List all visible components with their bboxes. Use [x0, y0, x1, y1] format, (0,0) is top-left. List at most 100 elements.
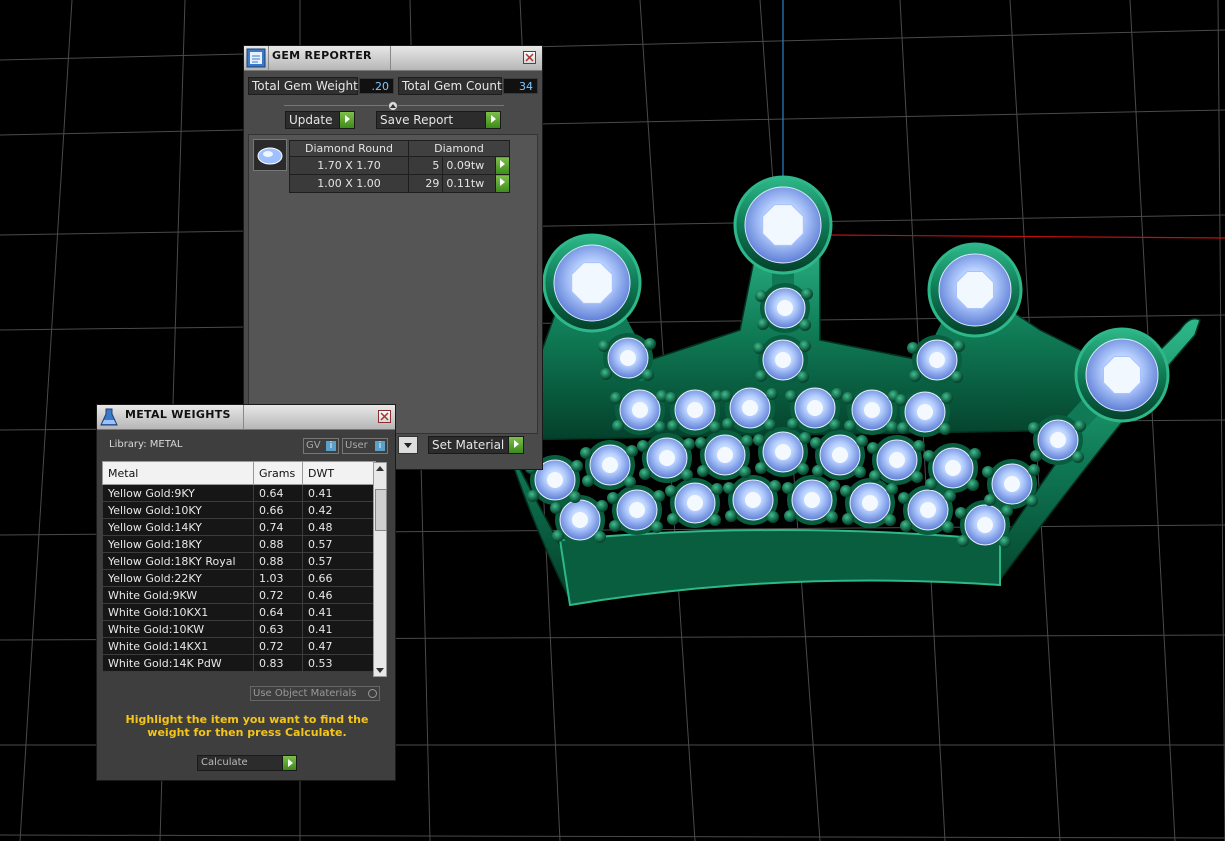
gem-reporter-titlebar[interactable]: GEM REPORTER	[244, 46, 542, 71]
metal-name: Yellow Gold:14KY	[102, 518, 254, 536]
metal-dwt: 0.41	[302, 620, 376, 638]
scrollbar-thumb[interactable]	[375, 489, 387, 531]
metal-name: Yellow Gold:22KY	[102, 569, 254, 587]
scroll-up-icon[interactable]	[374, 464, 386, 474]
metal-flask-icon	[99, 407, 119, 427]
library-label: Library: METAL	[109, 439, 183, 450]
chevron-down-icon	[404, 443, 412, 448]
play-arrow-icon	[282, 756, 296, 770]
metal-name: White Gold:10KX1	[102, 603, 254, 621]
gem-weight: 0.11tw	[442, 174, 496, 193]
metal-dwt: 0.46	[302, 586, 376, 604]
metal-grams: 0.72	[253, 586, 303, 604]
total-gem-weight-label: Total Gem Weight	[248, 77, 358, 95]
metal-name: Yellow Gold:18KY Royal	[102, 552, 254, 570]
gem-weight: 0.09tw	[442, 156, 496, 175]
gv-toggle[interactable]: GV i	[303, 438, 339, 454]
play-arrow-icon	[339, 112, 354, 128]
metal-row[interactable]: White Gold:9KW 0.72 0.46	[102, 586, 376, 604]
gem-list-area: Diamond Round Diamond 1.70 X 1.70 5 0.09…	[248, 134, 538, 434]
metal-grams: 0.72	[253, 637, 303, 655]
x-axis-line	[829, 234, 1225, 239]
metal-grams: 0.63	[253, 620, 303, 638]
metal-table-scrollbar[interactable]	[373, 462, 387, 677]
close-icon[interactable]	[378, 410, 391, 423]
metal-row[interactable]: White Gold:10KX1 0.64 0.41	[102, 603, 376, 621]
scroll-down-icon[interactable]	[374, 665, 386, 675]
save-report-button[interactable]: Save Report	[376, 111, 501, 129]
metal-row[interactable]: Yellow Gold:14KY 0.74 0.48	[102, 518, 376, 536]
metal-grams: 0.88	[253, 535, 303, 553]
metal-weights-table: Metal Grams DWT Yellow Gold:9KY 0.64 0.41 Y…	[102, 461, 376, 672]
metal-name: Yellow Gold:10KY	[102, 501, 254, 519]
select-gem-row-button[interactable]	[494, 174, 511, 193]
metal-grams: 1.03	[253, 569, 303, 587]
instruction-text: Highlight the item you want to find the …	[125, 713, 369, 739]
metal-row[interactable]: Yellow Gold:22KY 1.03 0.66	[102, 569, 376, 587]
material-dropdown[interactable]	[398, 436, 418, 454]
metal-dwt: 0.57	[302, 552, 376, 570]
set-material-button[interactable]: Set Material	[428, 436, 524, 454]
total-gem-count-label: Total Gem Count	[398, 77, 502, 95]
gem-row[interactable]: 1.70 X 1.70 5 0.09tw	[289, 156, 511, 175]
radio-icon	[368, 689, 377, 698]
gem-material-header: Diamond	[408, 140, 510, 157]
column-header-metal[interactable]: Metal	[102, 461, 254, 485]
info-icon: i	[326, 441, 336, 451]
metal-row[interactable]: Yellow Gold:18KY Royal 0.88 0.57	[102, 552, 376, 570]
gem-count: 29	[407, 174, 444, 193]
metal-name: White Gold:10KW	[102, 620, 254, 638]
metal-weights-titlebar[interactable]: METAL WEIGHTS	[97, 405, 395, 430]
metal-row[interactable]: Yellow Gold:9KY 0.64 0.41	[102, 484, 376, 502]
metal-grams: 0.64	[253, 484, 303, 502]
metal-weights-title: METAL WEIGHTS	[125, 408, 231, 421]
gem-reporter-title: GEM REPORTER	[272, 49, 372, 62]
metal-dwt: 0.41	[302, 484, 376, 502]
play-arrow-icon	[485, 112, 500, 128]
metal-dwt: 0.41	[302, 603, 376, 621]
metal-grams: 0.66	[253, 501, 303, 519]
gem-row[interactable]: 1.00 X 1.00 29 0.11tw	[289, 174, 511, 193]
metal-row[interactable]: White Gold:14KX1 0.72 0.47	[102, 637, 376, 655]
metal-name: Yellow Gold:9KY	[102, 484, 254, 502]
diamond-round-gem-icon[interactable]	[253, 139, 287, 171]
update-button-label: Update	[289, 113, 333, 127]
total-gem-count-value: 34	[503, 78, 538, 94]
metal-dwt: 0.47	[302, 637, 376, 655]
select-gem-row-button[interactable]	[494, 156, 511, 175]
metal-grams: 0.88	[253, 552, 303, 570]
gem-shape-header: Diamond Round	[289, 140, 409, 157]
metal-row[interactable]: Yellow Gold:18KY 0.88 0.57	[102, 535, 376, 553]
metal-row[interactable]: White Gold:14K PdW 0.83 0.53	[102, 654, 376, 672]
gem-report-icon	[246, 48, 266, 68]
total-gem-weight-value: .20	[359, 78, 394, 94]
metal-dwt: 0.53	[302, 654, 376, 672]
crown-pendant-model[interactable]	[504, 175, 1201, 607]
collapse-arrow-icon[interactable]	[388, 101, 398, 111]
use-object-materials-label: Use Object Materials	[253, 688, 357, 699]
metal-row[interactable]: Yellow Gold:10KY 0.66 0.42	[102, 501, 376, 519]
metal-name: White Gold:14KX1	[102, 637, 254, 655]
use-object-materials-toggle[interactable]: Use Object Materials	[250, 686, 380, 701]
metal-dwt: 0.57	[302, 535, 376, 553]
info-icon: i	[375, 441, 385, 451]
metal-row[interactable]: White Gold:10KW 0.63 0.41	[102, 620, 376, 638]
metal-name: White Gold:9KW	[102, 586, 254, 604]
gem-size: 1.70 X 1.70	[289, 156, 409, 175]
metal-weights-panel: METAL WEIGHTS Library: METAL GV i User i…	[96, 404, 396, 781]
metal-grams: 0.74	[253, 518, 303, 536]
column-header-grams[interactable]: Grams	[253, 461, 303, 485]
metal-dwt: 0.42	[302, 501, 376, 519]
column-header-dwt[interactable]: DWT	[302, 461, 376, 485]
calculate-button[interactable]: Calculate	[197, 755, 297, 771]
collapse-divider[interactable]	[284, 101, 504, 111]
update-button[interactable]: Update	[285, 111, 355, 129]
close-icon[interactable]	[523, 51, 536, 64]
gem-count: 5	[407, 156, 444, 175]
save-report-button-label: Save Report	[380, 113, 454, 127]
calculate-button-label: Calculate	[201, 757, 248, 768]
user-toggle[interactable]: User i	[342, 438, 388, 454]
gem-group-table: Diamond Round Diamond 1.70 X 1.70 5 0.09…	[289, 140, 511, 193]
metal-dwt: 0.48	[302, 518, 376, 536]
gv-toggle-label: GV	[306, 440, 321, 451]
